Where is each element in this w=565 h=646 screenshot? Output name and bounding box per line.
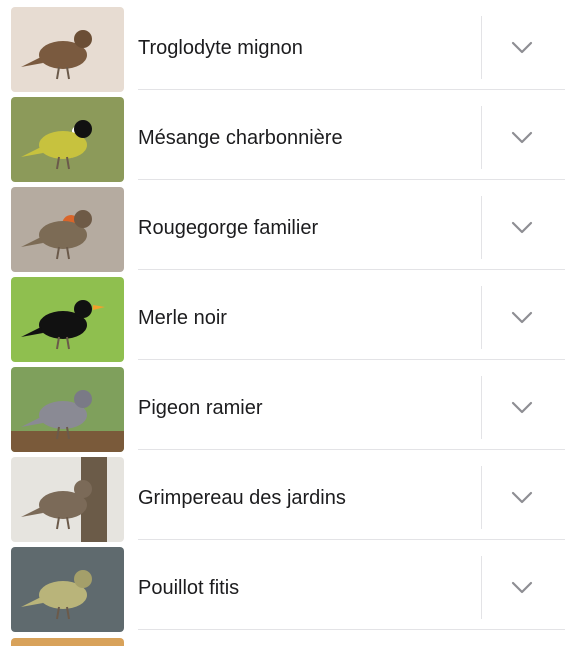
chevron-down-icon [511,311,533,325]
row-divider [481,286,482,349]
expand-button[interactable] [501,208,543,248]
row-divider [481,106,482,169]
row-divider [481,196,482,259]
chevron-down-icon [511,41,533,55]
row-divider [481,16,482,79]
willow-warbler-photo [11,547,124,632]
chevron-down-icon [511,491,533,505]
bird-list: Troglodyte mignon Mésange charbonnière R… [0,0,565,632]
expand-button[interactable] [501,568,543,608]
chevron-down-icon [511,131,533,145]
expand-button[interactable] [501,388,543,428]
row-divider [481,466,482,529]
list-item[interactable]: Pouillot fitis [0,540,565,632]
next-bird-photo-partial [11,638,124,646]
bird-name: Pigeon ramier [138,397,263,419]
chevron-down-icon [511,221,533,235]
expand-button[interactable] [501,28,543,68]
row-divider [481,556,482,619]
wren-photo [11,7,124,92]
chevron-down-icon [511,581,533,595]
bird-name: Merle noir [138,307,227,329]
bird-name: Rougegorge familier [138,217,319,239]
wood-pigeon-photo [11,367,124,452]
treecreeper-photo [11,457,124,542]
list-item[interactable]: Merle noir [0,270,565,362]
row-divider [481,376,482,439]
blackbird-photo [11,277,124,362]
expand-button[interactable] [501,118,543,158]
list-item[interactable]: Mésange charbonnière [0,90,565,182]
next-list-item-partial [0,636,565,646]
bird-name: Pouillot fitis [138,577,240,599]
list-item[interactable]: Pigeon ramier [0,360,565,452]
list-item[interactable]: Troglodyte mignon [0,0,565,92]
bird-name: Grimpereau des jardins [138,487,346,509]
great-tit-photo [11,97,124,182]
expand-button[interactable] [501,298,543,338]
list-item[interactable]: Rougegorge familier [0,180,565,272]
bird-name: Troglodyte mignon [138,37,303,59]
robin-photo [11,187,124,272]
list-item[interactable]: Grimpereau des jardins [0,450,565,542]
chevron-down-icon [511,401,533,415]
expand-button[interactable] [501,478,543,518]
bird-name: Mésange charbonnière [138,127,343,149]
